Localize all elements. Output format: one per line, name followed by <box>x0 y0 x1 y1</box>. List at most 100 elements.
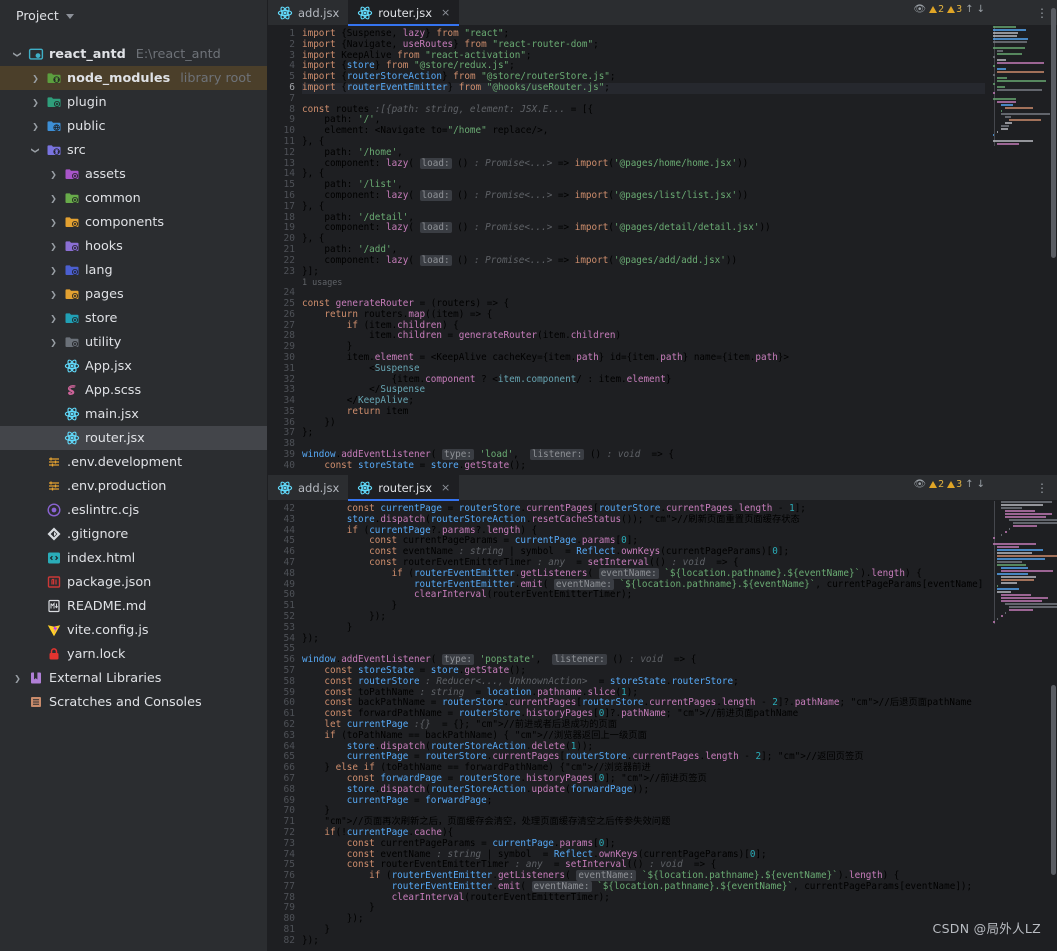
code-line[interactable]: }, { <box>302 233 985 245</box>
vertical-scrollbar[interactable] <box>1051 8 1056 258</box>
code-line[interactable]: }]; <box>302 266 985 278</box>
tree-item-eslintrc-cjs[interactable]: .eslintrc.cjs <box>0 498 267 522</box>
tree-item-env-development[interactable]: .env.development <box>0 450 267 474</box>
code-line[interactable]: component: lazy( load: () : Promise<...>… <box>302 222 985 234</box>
tree-item-pages[interactable]: ❯ pages <box>0 282 267 306</box>
project-tree[interactable]: ❯ react_antd E:\react_antd ❯ node_modules lib… <box>0 30 267 714</box>
code-line[interactable]: item.children = generateRouter(item.chil… <box>302 330 985 342</box>
tree-item-yarn-lock[interactable]: yarn.lock <box>0 642 267 666</box>
eye-icon[interactable]: 👁 <box>913 4 926 15</box>
code-line[interactable]: clearInterval(routerEventEmitterTimer); <box>302 589 985 601</box>
tree-item-scratches-and-consoles[interactable]: Scratches and Consoles <box>0 690 267 714</box>
chevron-right-icon[interactable]: ❯ <box>48 194 59 203</box>
tree-item-vite-config-js[interactable]: vite.config.js <box>0 618 267 642</box>
tree-item-external-libraries[interactable]: ❯ External Libraries <box>0 666 267 690</box>
chevron-down-icon[interactable] <box>65 13 74 19</box>
code-line[interactable]: } <box>302 903 985 914</box>
tree-item-app-jsx[interactable]: App.jsx <box>0 354 267 378</box>
code-line[interactable]: const storeState = store.getState(); <box>302 460 985 472</box>
tree-item-react-antd[interactable]: ❯ react_antd E:\react_antd <box>0 42 267 66</box>
chevron-down-icon[interactable]: ❯ <box>13 49 22 60</box>
code-line[interactable]: const routerStore : Reducer<..., Unknown… <box>302 676 985 688</box>
code-content-bottom[interactable]: const currentPage = routerStore.currentP… <box>302 501 985 951</box>
code-line[interactable]: } <box>302 622 985 634</box>
code-line[interactable]: const routes :[{path: string, element: J… <box>302 104 985 116</box>
editor-tab-add-jsx[interactable]: add.jsx <box>268 475 348 500</box>
tree-item-index-html[interactable]: index.html <box>0 546 267 570</box>
warning-triangle-icon[interactable]: 2 <box>929 479 944 490</box>
code-line[interactable]: clearInterval(routerEventEmitterTimer); <box>302 892 985 904</box>
tree-item-node-modules[interactable]: ❯ node_modules library root <box>0 66 267 90</box>
editor-tab-router-jsx[interactable]: router.jsx × <box>348 0 460 26</box>
tree-item-env-production[interactable]: .env.production <box>0 474 267 498</box>
code-content-top[interactable]: import {Suspense, lazy} from "react"; imp… <box>302 26 985 474</box>
code-line[interactable]: import {routerEventEmitter} from "@hooks… <box>302 82 985 94</box>
code-line[interactable]: }; <box>302 428 985 439</box>
chevron-right-icon[interactable]: ❯ <box>48 314 59 323</box>
eye-icon[interactable]: 👁 <box>913 479 926 490</box>
chevron-right-icon[interactable]: ❯ <box>48 242 59 251</box>
tree-item-main-jsx[interactable]: main.jsx <box>0 402 267 426</box>
chevron-right-icon[interactable]: ❯ <box>30 122 41 131</box>
code-line[interactable]: const currentPageParams = currentPage.pa… <box>302 838 985 850</box>
chevron-down-icon[interactable]: ❯ <box>31 145 40 156</box>
chevron-right-icon[interactable]: ❯ <box>48 218 59 227</box>
code-line[interactable]: }); <box>302 633 985 645</box>
tree-item-gitignore[interactable]: .gitignore <box>0 522 267 546</box>
warning-triangle-icon[interactable]: 2 <box>929 4 944 15</box>
chevron-right-icon[interactable]: ❯ <box>30 74 41 83</box>
editor-tab-add-jsx[interactable]: add.jsx <box>268 0 348 25</box>
code-line[interactable]: component: lazy( load: () : Promise<...>… <box>302 254 985 267</box>
code-line[interactable]: }, { <box>302 169 985 180</box>
arrow-down-icon[interactable]: ↓ <box>977 4 985 15</box>
tree-item-lang[interactable]: ❯ lang <box>0 258 267 282</box>
close-icon[interactable]: × <box>441 6 450 19</box>
tree-item-app-scss[interactable]: App.scss <box>0 378 267 402</box>
minimap-top[interactable] <box>985 26 1057 474</box>
code-line[interactable]: } <box>302 924 985 936</box>
warning-triangle-icon[interactable]: 3 <box>947 479 962 490</box>
close-icon[interactable]: × <box>441 481 450 494</box>
arrow-up-icon[interactable]: ↑ <box>965 4 973 15</box>
minimap-bottom[interactable] <box>985 501 1057 951</box>
usages-inlay-hint[interactable]: 1 usages <box>302 277 985 288</box>
arrow-up-icon[interactable]: ↑ <box>965 479 973 490</box>
chevron-right-icon[interactable]: ❯ <box>48 290 59 299</box>
code-line[interactable]: } <box>302 600 985 612</box>
vertical-scrollbar[interactable] <box>1051 685 1056 875</box>
code-line[interactable]: component: lazy( load: () : Promise<...>… <box>302 157 985 170</box>
code-line[interactable]: }) <box>302 417 985 429</box>
editor-tab-options-icon[interactable]: ⋮ <box>1036 0 1049 25</box>
chevron-right-icon[interactable]: ❯ <box>48 266 59 275</box>
tree-item-router-jsx[interactable]: router.jsx <box>0 426 267 450</box>
tree-item-hooks[interactable]: ❯ hooks <box>0 234 267 258</box>
tree-item-readme-md[interactable]: README.md <box>0 594 267 618</box>
arrow-down-icon[interactable]: ↓ <box>977 479 985 490</box>
code-line[interactable]: element: <Navigate to="/home" replace/>, <box>302 125 985 137</box>
chevron-right-icon[interactable]: ❯ <box>48 338 59 347</box>
editor-tab-options-icon[interactable]: ⋮ <box>1036 475 1049 500</box>
tree-item-public[interactable]: ❯ public <box>0 114 267 138</box>
project-tool-window-header[interactable]: Project <box>0 0 267 30</box>
code-line[interactable]: currentPage = forwardPage; <box>302 795 985 807</box>
warning-triangle-icon[interactable]: 3 <box>947 4 962 15</box>
code-line[interactable]: }, { <box>302 136 985 148</box>
tree-item-plugin[interactable]: ❯ plugin <box>0 90 267 114</box>
tree-item-components[interactable]: ❯ components <box>0 210 267 234</box>
code-line[interactable]: }); <box>302 611 985 623</box>
tree-item-common[interactable]: ❯ common <box>0 186 267 210</box>
code-line[interactable]: return item <box>302 406 985 418</box>
chevron-right-icon[interactable]: ❯ <box>12 674 23 683</box>
code-line[interactable]: component: lazy( load: () : Promise<...>… <box>302 189 985 202</box>
chevron-right-icon[interactable]: ❯ <box>30 98 41 107</box>
code-line[interactable]: }); <box>302 935 985 947</box>
code-line[interactable]: }); <box>302 913 985 925</box>
inspection-widget-top[interactable]: 👁 2 3 ↑ ↓ <box>913 4 985 15</box>
editor-tab-router-jsx[interactable]: router.jsx × <box>348 475 460 501</box>
inspection-widget-bottom[interactable]: 👁 2 3 ↑ ↓ <box>913 479 985 490</box>
tree-item-store[interactable]: ❯ store <box>0 306 267 330</box>
tree-item-assets[interactable]: ❯ assets <box>0 162 267 186</box>
tree-item-utility[interactable]: ❯ utility <box>0 330 267 354</box>
tree-item-package-json[interactable]: package.json <box>0 570 267 594</box>
tree-item-src[interactable]: ❯ src <box>0 138 267 162</box>
